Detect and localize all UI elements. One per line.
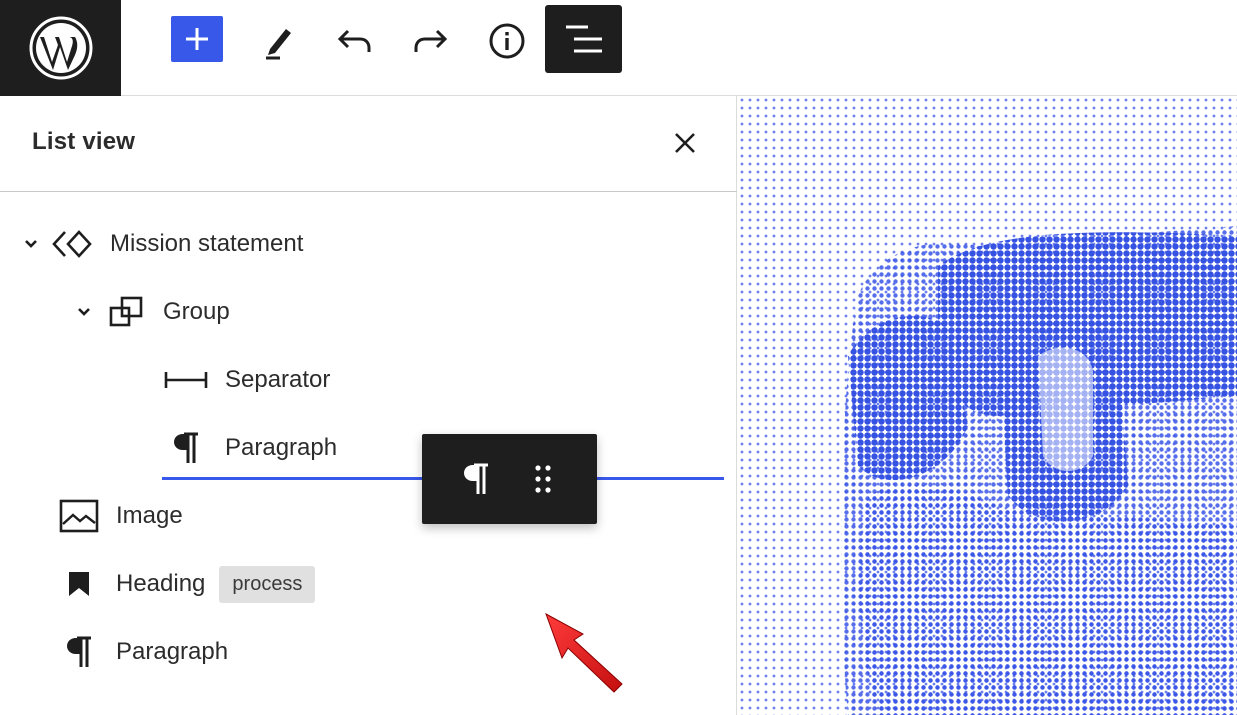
reusable-block-icon <box>52 224 98 264</box>
group-icon <box>107 292 147 332</box>
undo-button[interactable] <box>328 15 380 67</box>
list-view-button[interactable] <box>545 5 622 73</box>
image-icon <box>56 496 102 536</box>
plus-icon <box>186 28 208 50</box>
add-block-button[interactable] <box>171 16 223 62</box>
list-view-sidebar: List view Mission statement Group Separa… <box>0 96 737 715</box>
separator-icon <box>163 360 209 400</box>
list-item-paragraph[interactable]: Paragraph <box>56 627 228 677</box>
list-item-mission-statement[interactable]: Mission statement <box>20 219 303 269</box>
list-item-label: Mission statement <box>110 230 304 257</box>
redo-icon <box>414 29 448 52</box>
list-item-separator[interactable]: Separator <box>163 355 330 405</box>
drag-handle-icon[interactable] <box>525 458 561 500</box>
tools-button[interactable] <box>250 15 302 67</box>
info-icon <box>489 23 525 59</box>
list-view-icon <box>565 25 602 53</box>
red-pointer-arrow-icon <box>545 612 623 693</box>
drag-chip[interactable] <box>422 434 597 524</box>
sidebar-header: List view <box>0 96 737 192</box>
wordpress-logo-button[interactable] <box>0 0 121 96</box>
chevron-down-icon[interactable] <box>73 301 95 323</box>
editor-canvas[interactable] <box>738 96 1237 715</box>
close-button[interactable] <box>664 122 706 164</box>
list-item-label: Paragraph <box>116 638 229 665</box>
paragraph-icon <box>56 632 102 672</box>
list-item-label: Group <box>163 298 230 325</box>
anchor-badge: process <box>219 565 316 603</box>
list-item-label: Heading <box>116 570 206 597</box>
chevron-down-icon[interactable] <box>20 233 42 255</box>
redo-button[interactable] <box>405 15 457 67</box>
wordpress-logo-icon <box>29 16 92 80</box>
list-item-label: Separator <box>225 366 331 393</box>
list-item-image[interactable]: Image <box>56 491 183 541</box>
undo-icon <box>337 29 371 52</box>
list-item-paragraph[interactable]: Paragraph <box>163 423 337 473</box>
paragraph-icon <box>163 428 209 468</box>
paragraph-icon <box>456 458 496 500</box>
details-button[interactable] <box>481 15 533 67</box>
sidebar-title: List view <box>32 128 136 155</box>
pen-icon <box>266 29 291 60</box>
halftone-image <box>738 96 1237 715</box>
list-item-label: Paragraph <box>225 434 338 461</box>
list-item-group[interactable]: Group <box>73 287 230 337</box>
close-icon <box>675 133 695 153</box>
bookmark-icon <box>56 564 102 604</box>
top-toolbar <box>0 0 1237 96</box>
list-item-label: Image <box>116 502 183 529</box>
list-item-heading[interactable]: Heading process <box>56 559 316 609</box>
